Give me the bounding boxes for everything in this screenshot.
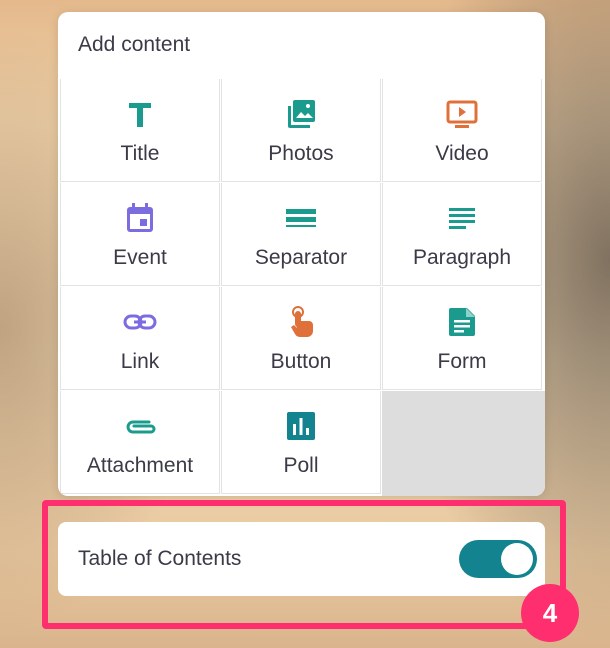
tile-label: Paragraph: [412, 246, 512, 269]
poll-chart-icon: [284, 409, 318, 443]
empty-grid-cell: [382, 391, 545, 496]
content-type-grid: Title Photos Video Event Separator Parag…: [58, 79, 545, 496]
add-content-panel: Add content Title Photos Video Event Sep…: [58, 12, 545, 496]
tile-photos[interactable]: Photos: [221, 79, 381, 182]
tile-paragraph[interactable]: Paragraph: [382, 183, 542, 286]
tile-label: Video: [435, 142, 489, 165]
tile-poll[interactable]: Poll: [221, 391, 381, 494]
tile-button[interactable]: Button: [221, 287, 381, 390]
link-icon: [123, 305, 157, 339]
tile-separator[interactable]: Separator: [221, 183, 381, 286]
paperclip-icon: [123, 409, 157, 443]
tile-label: Title: [120, 142, 160, 165]
annotation-step-badge: 4: [521, 584, 579, 642]
title-icon: [123, 97, 157, 131]
tile-label: Link: [120, 350, 160, 373]
tile-form[interactable]: Form: [382, 287, 542, 390]
event-icon: [123, 201, 157, 235]
background-blur: [0, 0, 1, 1]
photos-icon: [284, 97, 318, 131]
paragraph-icon: [445, 201, 479, 235]
tile-label: Attachment: [86, 454, 194, 477]
tile-label: Form: [437, 350, 487, 373]
pointer-hand-icon: [284, 305, 318, 339]
annotation-highlight-box: [42, 500, 566, 629]
form-document-icon: [445, 305, 479, 339]
tile-video[interactable]: Video: [382, 79, 542, 182]
tile-label: Button: [270, 350, 332, 373]
tile-label: Photos: [268, 142, 334, 165]
tile-event[interactable]: Event: [60, 183, 220, 286]
panel-title: Add content: [78, 33, 191, 56]
tile-label: Event: [113, 246, 167, 269]
separator-icon: [284, 201, 318, 235]
tile-label: Poll: [283, 454, 319, 477]
video-icon: [445, 97, 479, 131]
tile-link[interactable]: Link: [60, 287, 220, 390]
tile-attachment[interactable]: Attachment: [60, 391, 220, 494]
tile-label: Separator: [254, 246, 348, 269]
tile-title[interactable]: Title: [60, 79, 220, 182]
